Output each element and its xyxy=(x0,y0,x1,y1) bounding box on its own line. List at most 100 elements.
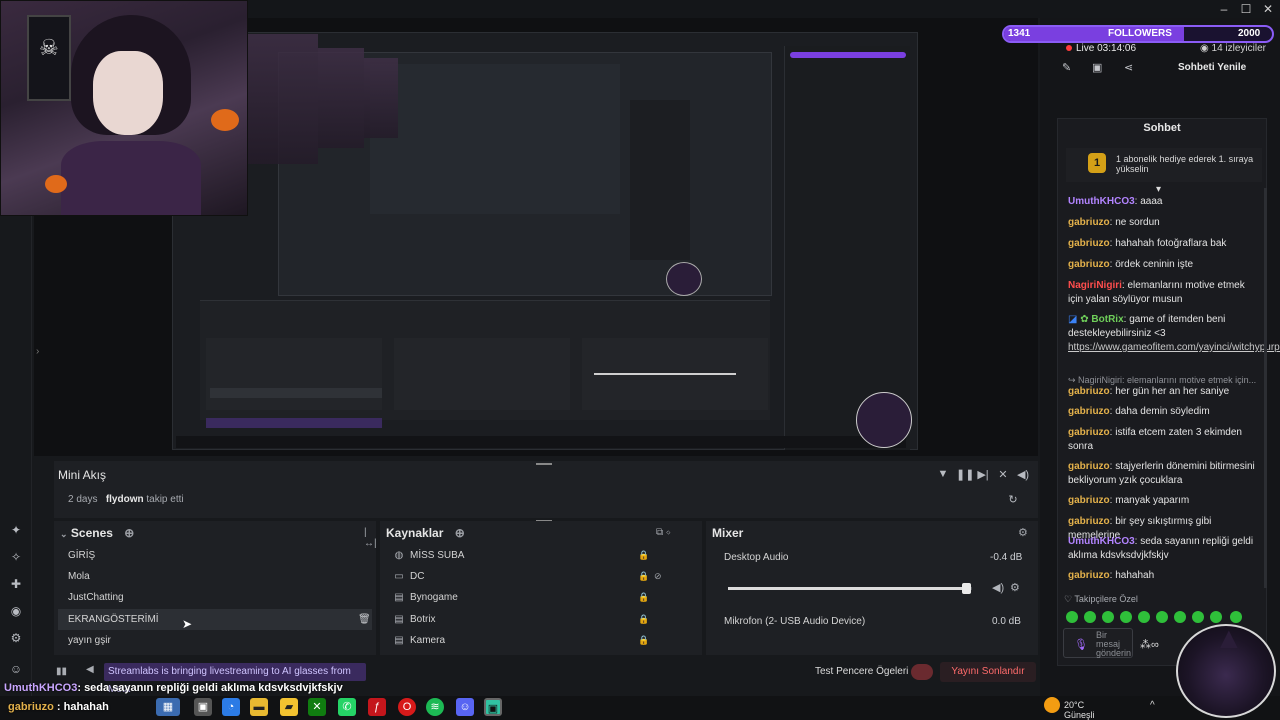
channel-settings-icon[interactable]: ⚙ xyxy=(1010,581,1020,594)
share-icon[interactable]: ⋖ xyxy=(1124,61,1133,74)
chat-message: gabriuzo: manyak yaparım xyxy=(1068,495,1190,506)
notification-icon[interactable]: ◀ xyxy=(86,664,94,675)
expand-icon[interactable]: ▾ xyxy=(1156,184,1161,195)
vtuber-avatar xyxy=(0,0,248,216)
channel-name: Desktop Audio xyxy=(724,552,789,563)
copilot-icon[interactable]: ◔ xyxy=(222,698,240,716)
eye-icon[interactable]: ◉ xyxy=(8,603,24,619)
chat-link[interactable]: https://www.gameofitem.com/yayinci/witch… xyxy=(1068,342,1280,353)
collapse-icon[interactable]: ⌄ xyxy=(60,529,68,539)
mute-alerts-icon[interactable]: ✕ xyxy=(996,468,1010,481)
hidden-eye-icon[interactable]: ⊘ xyxy=(654,566,662,587)
source-item[interactable]: ▤ Kamera 🔒 xyxy=(384,630,694,651)
chevron-right-icon[interactable]: › xyxy=(36,346,39,357)
source-item[interactable]: ▤ Bynogame 🔒 xyxy=(384,587,694,608)
replay-icon[interactable]: ↻ xyxy=(1006,493,1020,506)
emote-icon[interactable] xyxy=(1192,611,1204,623)
nested-follow-bar xyxy=(790,52,906,58)
lock-icon[interactable]: 🔒 xyxy=(638,587,649,608)
scene-item[interactable]: GİRİŞ xyxy=(58,545,368,566)
source-item[interactable]: ▤ Botrix 🔒 xyxy=(384,609,694,630)
avatar-echo xyxy=(248,34,318,164)
emote-icon[interactable] xyxy=(1120,611,1132,623)
rank-badge: 1 xyxy=(1088,153,1106,173)
popout-icon[interactable]: ▣ xyxy=(1092,61,1102,74)
channel-db: 0.0 dB xyxy=(992,616,1021,627)
speaker-icon[interactable]: ◀) xyxy=(992,581,1004,594)
mixer-dock: Mixer ⚙ Desktop Audio -0.4 dB ◀) ⚙ Mikro… xyxy=(706,521,1038,655)
feed-item-action: takip etti xyxy=(146,494,184,505)
mixer-settings-icon[interactable]: ⚙ xyxy=(1018,526,1028,539)
source-tools-icon[interactable]: ⧉ ⋄ xyxy=(656,527,671,538)
lock-icon[interactable]: 🔒 xyxy=(638,545,649,566)
close-icon[interactable]: ✕ xyxy=(1260,2,1276,16)
emote-icon[interactable] xyxy=(1066,611,1078,623)
browser-source-icon: ◍ xyxy=(394,550,404,561)
tray-chevron-icon[interactable]: ^ xyxy=(1150,700,1155,711)
xbox-icon[interactable]: ✕ xyxy=(308,698,326,716)
edit-icon[interactable]: ✎ xyxy=(1062,61,1071,74)
opera-icon[interactable]: O xyxy=(398,698,416,716)
scene-item-selected[interactable]: EKRANGÖSTERİMİ 🗑 xyxy=(58,609,372,630)
source-item[interactable]: ◍ MİSS SUBA 🔒 xyxy=(384,545,694,566)
channel-name: Mikrofon (2- USB Audio Device) xyxy=(724,616,866,627)
folder-icon: ▤ xyxy=(394,635,404,646)
taskbar-app-icon[interactable]: ƒ xyxy=(368,698,386,716)
chat-message: gabriuzo: stajyerlerin dönemini bitirmes… xyxy=(1068,461,1255,486)
weather-widget[interactable]: 20°C Güneşli xyxy=(1064,700,1095,720)
minimize-icon[interactable]: – xyxy=(1216,2,1232,16)
resize-handle[interactable] xyxy=(536,463,552,465)
test-widgets-button[interactable]: Test Pencere Ögeleri xyxy=(815,666,908,677)
lock-icon[interactable]: 🔒 xyxy=(638,630,649,651)
chat-message: gabriuzo: istifa etcem zaten 3 ekimden s… xyxy=(1068,427,1242,452)
delete-icon[interactable]: 🗑 xyxy=(358,609,371,630)
scenes-title: Scenes xyxy=(70,526,113,540)
emote-icon[interactable] xyxy=(1138,611,1150,623)
lock-icon[interactable]: 🔒 xyxy=(638,609,649,630)
themes-icon[interactable]: ✧ xyxy=(8,549,24,565)
whatsapp-icon[interactable]: ✆ xyxy=(338,698,356,716)
volume-slider[interactable] xyxy=(728,583,972,594)
scene-item[interactable]: JustChatting xyxy=(58,587,368,608)
news-ticker[interactable]: Streamlabs is bringing livestreaming to … xyxy=(104,663,366,695)
pause-icon[interactable]: ❚❚ xyxy=(956,468,974,481)
discord-icon[interactable]: ☺ xyxy=(456,698,474,716)
apps-icon[interactable]: ✚ xyxy=(8,576,24,592)
file-explorer-icon[interactable]: ▬ xyxy=(250,698,268,716)
emote-icon[interactable] xyxy=(1084,611,1096,623)
scene-item[interactable]: Mola xyxy=(58,566,368,587)
add-source-icon[interactable]: ⊕ xyxy=(455,526,465,540)
sticky-notes-icon[interactable]: ▰ xyxy=(280,698,298,716)
volume-icon[interactable]: ◀) xyxy=(1016,468,1030,481)
stats-icon[interactable]: ▮▮ xyxy=(56,666,67,677)
source-item[interactable]: ▭ DC 🔒 ⊘ xyxy=(384,566,694,587)
scene-item[interactable]: yayın gşir xyxy=(58,630,368,651)
lock-icon[interactable]: 🔒 xyxy=(638,566,649,587)
emote-icon[interactable] xyxy=(1102,611,1114,623)
filter-icon[interactable]: ▼ xyxy=(936,468,950,480)
spotify-icon[interactable]: ≋ xyxy=(426,698,444,716)
record-toggle[interactable] xyxy=(911,664,933,680)
settings-icon[interactable]: ⚙ xyxy=(8,630,24,646)
emote-icon[interactable] xyxy=(1174,611,1186,623)
streamlabs-icon[interactable]: ▣ xyxy=(484,698,502,716)
add-scene-icon[interactable]: ⊕ xyxy=(124,526,134,540)
studio-icon[interactable]: ✦ xyxy=(8,522,24,538)
end-stream-button[interactable]: Yayını Sonlandır xyxy=(940,662,1036,682)
emote-icon[interactable] xyxy=(1156,611,1168,623)
microphone-icon[interactable]: 🎙 xyxy=(1074,638,1088,651)
chat-title: Sohbet xyxy=(1143,122,1181,134)
taskbar-app-icon[interactable]: ▣ xyxy=(194,698,212,716)
chat-message: ◪ ✿ BotRix: game of itemden beni destekl… xyxy=(1068,313,1280,355)
chat-scrollbar[interactable] xyxy=(1264,188,1267,588)
hype-train-banner[interactable]: 1 1 abonelik hediye ederek 1. sıraya yük… xyxy=(1066,148,1262,182)
chat-settings-icon[interactable]: ⁂∞ xyxy=(1140,638,1159,651)
weather-icon[interactable] xyxy=(1044,697,1060,713)
chat-message: gabriuzo: hahahah xyxy=(1068,570,1155,581)
refresh-chat-button[interactable]: Sohbeti Yenile xyxy=(1178,62,1246,73)
taskbar-app-icon[interactable]: ▦ xyxy=(156,698,180,716)
maximize-icon[interactable]: ☐ xyxy=(1238,2,1254,16)
skip-icon[interactable]: ▶| xyxy=(976,468,990,481)
live-dot-icon xyxy=(1066,45,1072,51)
profile-icon[interactable]: ☺ xyxy=(8,661,24,677)
